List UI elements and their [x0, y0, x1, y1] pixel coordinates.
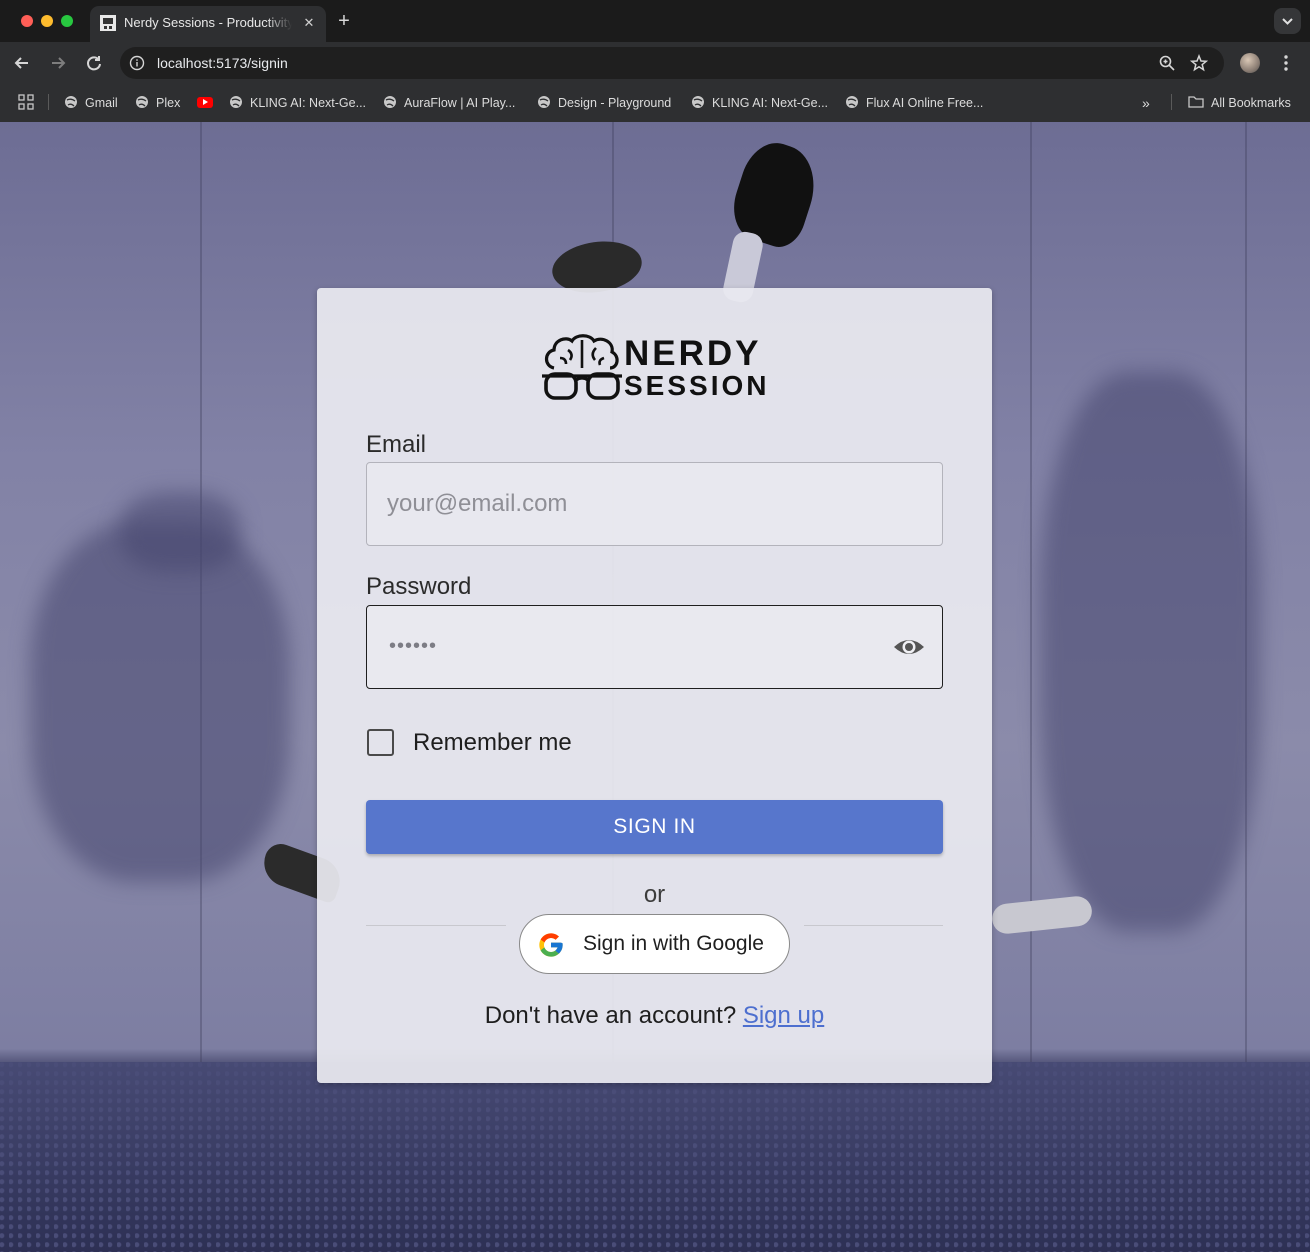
floor: [0, 1062, 1310, 1252]
bookmark-auraflow[interactable]: AuraFlow | AI Play...: [383, 93, 515, 113]
password-label: Password: [366, 573, 472, 600]
tab-close-icon[interactable]: ✕: [300, 14, 318, 32]
dancer-shoe-right: [990, 894, 1094, 936]
page-viewport: NERDY SESSION Email Password •••••• Reme…: [0, 122, 1310, 1252]
bookmark-kling-1[interactable]: KLING AI: Next-Ge...: [229, 93, 366, 113]
bookmark-label: KLING AI: Next-Ge...: [250, 96, 367, 110]
remember-me-label[interactable]: Remember me: [413, 728, 572, 758]
bookmarks-bar: Gmail Plex KLING AI: Next-Ge... AuraFlow…: [0, 84, 1310, 122]
star-icon[interactable]: [1190, 54, 1208, 72]
youtube-icon: [197, 97, 213, 108]
eye-icon[interactable]: [892, 634, 926, 660]
email-field[interactable]: [387, 463, 917, 545]
email-field-wrapper: [366, 462, 943, 546]
bookmark-design-playground[interactable]: Design - Playground: [537, 93, 671, 113]
or-separator-text: or: [643, 881, 666, 908]
email-label: Email: [366, 431, 427, 458]
globe-icon: [136, 96, 148, 108]
brain-favicon-icon: [100, 15, 116, 31]
site-info-icon[interactable]: [129, 55, 145, 71]
brand-name-line1: NERDY: [624, 334, 762, 373]
brand-name-line2: SESSION: [624, 370, 770, 401]
all-bookmarks-button[interactable]: All Bookmarks: [1188, 93, 1291, 113]
bookmark-separator: [1171, 94, 1172, 110]
shadow-figure-left: [30, 522, 290, 882]
browser-chrome: Nerdy Sessions - Productivity ✕ + localh…: [0, 0, 1310, 122]
close-window-button[interactable]: [21, 15, 33, 27]
google-logo-icon: [539, 933, 563, 957]
brain-glasses-icon: [542, 334, 622, 400]
password-field[interactable]: ••••••: [366, 605, 943, 689]
brand-logo: NERDY SESSION: [540, 332, 772, 406]
menu-icon[interactable]: [1277, 52, 1295, 74]
shadow-figure-left-head: [120, 492, 240, 572]
tab-search-button[interactable]: [1274, 8, 1301, 34]
url-text: localhost:5173/signin: [157, 55, 288, 71]
signup-prompt: Don't have an account? Sign up: [317, 1000, 992, 1032]
google-sign-in-label: Sign in with Google: [583, 932, 764, 955]
sign-in-button[interactable]: SIGN IN: [366, 800, 943, 854]
google-sign-in-button[interactable]: Sign in with Google: [519, 914, 790, 974]
chevron-down-icon: [1282, 18, 1293, 25]
active-tab[interactable]: Nerdy Sessions - Productivity ✕: [90, 6, 326, 42]
bookmark-youtube[interactable]: [197, 93, 213, 113]
bookmark-label: Flux AI Online Free...: [866, 96, 984, 110]
globe-icon: [384, 96, 396, 108]
apps-icon[interactable]: [18, 94, 34, 110]
globe-icon: [65, 96, 77, 108]
globe-icon: [692, 96, 704, 108]
back-icon[interactable]: [11, 52, 33, 74]
bookmark-gmail[interactable]: Gmail: [64, 93, 118, 113]
bookmark-plex[interactable]: Plex: [135, 93, 180, 113]
remember-me-checkbox[interactable]: [367, 729, 394, 756]
zoom-icon[interactable]: [1158, 54, 1176, 72]
tab-strip: Nerdy Sessions - Productivity ✕ +: [0, 0, 1310, 42]
shadow-figure-right: [1040, 372, 1260, 932]
forward-icon[interactable]: [47, 52, 69, 74]
divider-right: [804, 925, 943, 926]
bookmark-label: Plex: [156, 96, 181, 110]
address-bar[interactable]: localhost:5173/signin: [120, 47, 1224, 79]
no-account-text: Don't have an account?: [484, 1002, 737, 1029]
globe-icon: [846, 96, 858, 108]
divider-left: [366, 925, 506, 926]
globe-icon: [538, 96, 550, 108]
bookmark-label: Design - Playground: [558, 96, 672, 110]
folder-icon: [1188, 96, 1204, 108]
reload-icon[interactable]: [83, 52, 105, 74]
bookmark-label: KLING AI: Next-Ge...: [712, 96, 829, 110]
tab-title: Nerdy Sessions - Productivity: [124, 15, 292, 30]
bookmark-separator: [48, 94, 49, 110]
more-bookmarks-button[interactable]: »: [1142, 93, 1158, 113]
globe-icon: [230, 96, 242, 108]
bookmark-kling-2[interactable]: KLING AI: Next-Ge...: [691, 93, 828, 113]
signin-card: NERDY SESSION Email Password •••••• Reme…: [317, 288, 992, 1083]
new-tab-button[interactable]: +: [333, 10, 355, 32]
bookmark-label: Gmail: [85, 96, 118, 110]
toolbar: localhost:5173/signin: [0, 42, 1310, 84]
bookmark-label: AuraFlow | AI Play...: [404, 96, 516, 110]
profile-avatar[interactable]: [1240, 53, 1260, 73]
maximize-window-button[interactable]: [61, 15, 73, 27]
bookmark-flux-ai[interactable]: Flux AI Online Free...: [845, 93, 983, 113]
all-bookmarks-label: All Bookmarks: [1211, 96, 1291, 110]
password-value: ••••••: [389, 635, 438, 657]
minimize-window-button[interactable]: [41, 15, 53, 27]
sign-up-link[interactable]: Sign up: [743, 1002, 824, 1029]
